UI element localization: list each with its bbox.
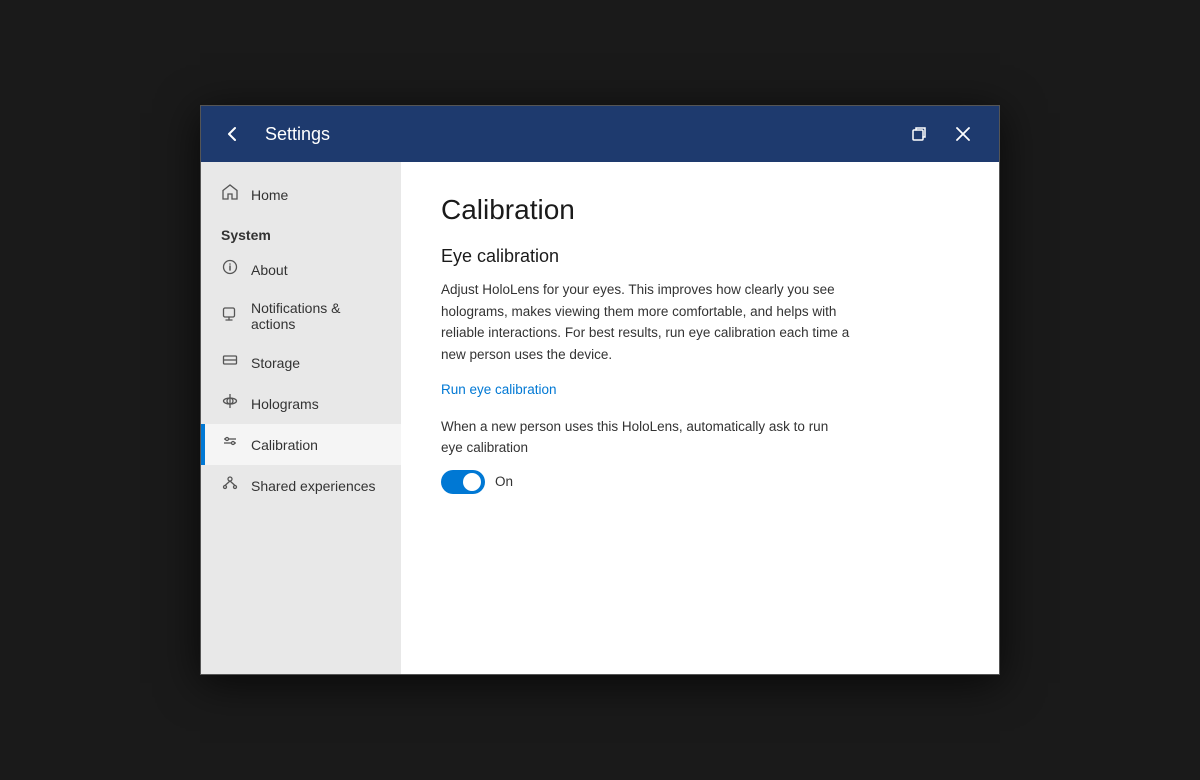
sidebar-item-about[interactable]: About [201,249,401,290]
sidebar-item-storage-label: Storage [251,355,300,371]
toggle-state-label: On [495,474,513,489]
toggle-label: When a new person uses this HoloLens, au… [441,417,841,458]
sidebar-item-shared-label: Shared experiences [251,478,376,494]
titlebar: Settings [201,106,999,162]
toggle-row: On [441,470,959,494]
sidebar-item-calibration[interactable]: Calibration [201,424,401,465]
sidebar-item-notifications[interactable]: Notifications & actions [201,290,401,342]
close-button[interactable] [943,114,983,154]
sidebar-item-holograms-label: Holograms [251,396,319,412]
toggle-track [441,470,485,494]
home-icon [221,184,239,205]
window-controls [899,114,983,154]
titlebar-title: Settings [265,124,899,145]
sidebar-item-shared[interactable]: Shared experiences [201,465,401,506]
restore-button[interactable] [899,114,939,154]
main-content: Calibration Eye calibration Adjust HoloL… [401,162,999,674]
sidebar-item-calibration-label: Calibration [251,437,318,453]
sidebar-item-holograms[interactable]: Holograms [201,383,401,424]
sidebar-item-home-label: Home [251,187,288,203]
storage-icon [221,352,239,373]
sidebar: Home System About [201,162,401,674]
sidebar-item-home[interactable]: Home [201,174,401,215]
run-calibration-link[interactable]: Run eye calibration [441,382,557,397]
section-title: Eye calibration [441,246,959,267]
sidebar-section-system: System [201,215,401,249]
holograms-icon [221,393,239,414]
sidebar-item-about-label: About [251,262,288,278]
back-button[interactable] [217,118,249,150]
info-icon [221,259,239,280]
page-title: Calibration [441,194,959,226]
toggle-container: When a new person uses this HoloLens, au… [441,417,959,494]
sidebar-item-notifications-label: Notifications & actions [251,300,381,332]
calibration-icon [221,434,239,455]
sidebar-item-storage[interactable]: Storage [201,342,401,383]
window-body: Home System About [201,162,999,674]
notifications-icon [221,306,239,327]
section-description: Adjust HoloLens for your eyes. This impr… [441,279,871,365]
shared-icon [221,475,239,496]
auto-calibration-toggle[interactable] [441,470,485,494]
toggle-thumb [463,473,481,491]
settings-window: Settings [200,105,1000,675]
